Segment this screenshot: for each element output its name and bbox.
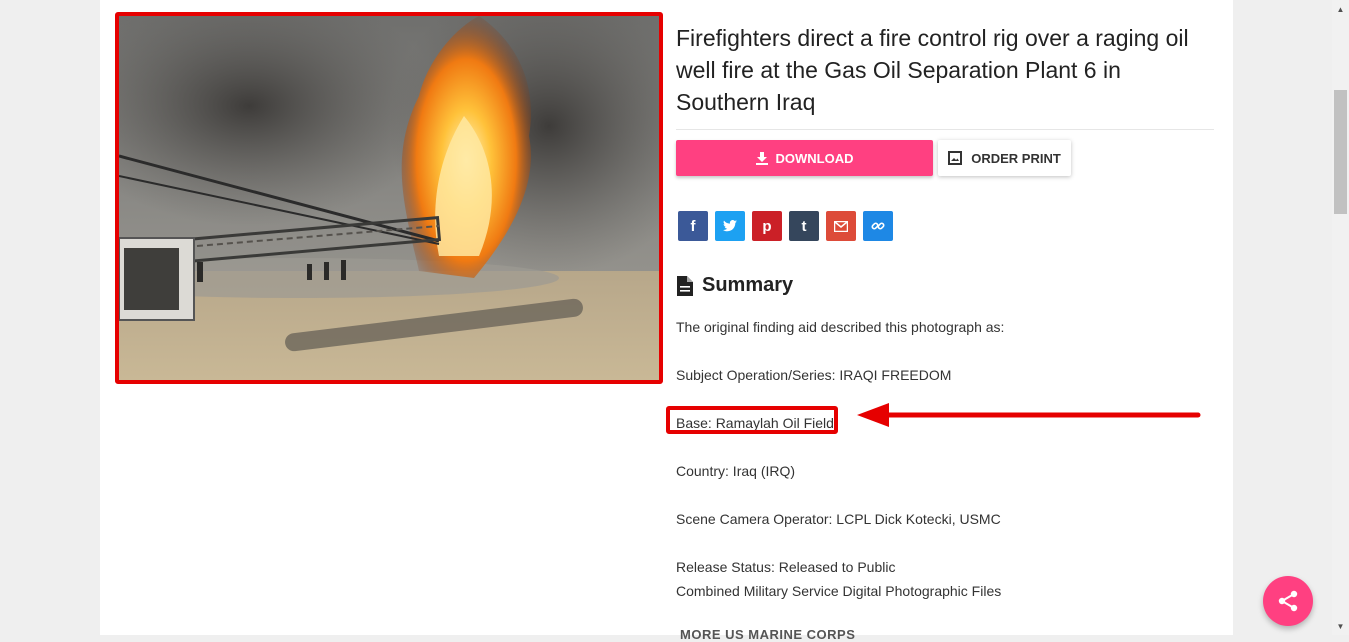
summary-files: Combined Military Service Digital Photog… <box>676 583 1002 599</box>
photo-highlight-frame[interactable] <box>115 12 663 384</box>
pinterest-icon: p <box>762 217 772 235</box>
page-title: Firefighters direct a fire control rig o… <box>676 25 1189 115</box>
image-icon <box>948 151 963 165</box>
share-tumblr-button[interactable]: t <box>789 211 819 241</box>
order-print-label: ORDER PRINT <box>971 150 1061 166</box>
download-icon <box>755 151 768 165</box>
link-icon <box>871 222 885 230</box>
divider <box>676 129 1214 130</box>
content-card: Firefighters direct a fire control rig o… <box>100 0 1233 642</box>
summary-subject: Subject Operation/Series: IRAQI FREEDOM <box>676 367 952 383</box>
twitter-icon <box>723 220 737 232</box>
share-facebook-button[interactable]: f <box>678 211 708 241</box>
share-twitter-button[interactable] <box>715 211 745 241</box>
oil-fire-photo[interactable] <box>119 16 659 380</box>
gmail-icon <box>834 220 848 232</box>
summary-heading: Summary <box>677 274 793 297</box>
scroll-down-arrow-icon[interactable]: ▼ <box>1334 619 1347 633</box>
summary-country: Country: Iraq (IRQ) <box>676 463 796 479</box>
share-link-button[interactable] <box>863 211 893 241</box>
share-buttons: f p t <box>678 211 893 241</box>
scroll-up-arrow-icon[interactable]: ▲ <box>1334 2 1347 16</box>
download-button[interactable]: DOWNLOAD <box>676 140 933 176</box>
download-label: DOWNLOAD <box>775 150 854 166</box>
summary-release: Release Status: Released to Public <box>676 559 896 575</box>
scrollbar-thumb[interactable] <box>1334 90 1347 214</box>
share-fab-button[interactable] <box>1263 576 1313 626</box>
tumblr-icon: t <box>801 217 807 235</box>
summary-operator: Scene Camera Operator: LCPL Dick Kotecki… <box>676 511 1001 527</box>
annotation-arrow <box>857 403 1201 427</box>
share-gmail-button[interactable] <box>826 211 856 241</box>
summary-intro: The original finding aid described this … <box>676 319 1005 335</box>
share-pinterest-button[interactable]: p <box>752 211 782 241</box>
share-icon <box>1278 590 1298 612</box>
annotation-highlight-box <box>666 406 838 434</box>
order-print-button[interactable]: ORDER PRINT <box>938 140 1071 176</box>
document-icon <box>677 275 693 296</box>
facebook-icon: f <box>690 217 696 235</box>
summary-title: Summary <box>702 274 794 296</box>
